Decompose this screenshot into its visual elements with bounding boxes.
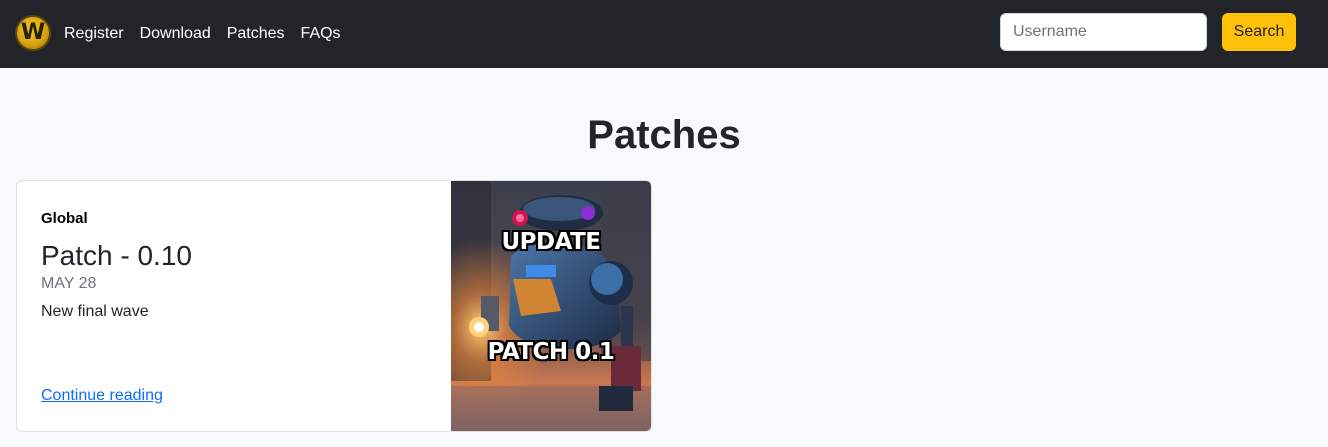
nav-links: Register Download Patches FAQs [64,0,357,68]
patch-thumbnail-image: UPDATE PATCH 0.1 [451,181,651,431]
logo-icon[interactable]: W [15,15,51,51]
card-summary: New final wave [41,303,149,320]
nav-link-faqs[interactable]: FAQs [301,26,341,42]
card-body: Global Patch - 0.10 MAY 28 New final wav… [41,181,441,431]
card-title: Patch - 0.10 [41,240,192,271]
logo-letter: W [20,20,46,45]
card-date: MAY 28 [41,275,97,292]
nav-link-download[interactable]: Download [140,26,211,42]
image-caption-top: UPDATE [501,229,601,255]
image-caption-bottom: PATCH 0.1 [487,339,615,365]
robot-illustration [451,181,651,431]
page-title: Patches [587,113,741,157]
username-search-input[interactable] [1000,13,1207,51]
search-button[interactable]: Search [1222,13,1296,51]
patch-card: Global Patch - 0.10 MAY 28 New final wav… [16,180,652,432]
navbar: W Register Download Patches FAQs Search [0,0,1328,68]
card-category: Global [41,210,88,227]
nav-link-patches[interactable]: Patches [227,26,285,42]
nav-link-register[interactable]: Register [64,26,124,42]
continue-reading-link[interactable]: Continue reading [41,387,163,405]
